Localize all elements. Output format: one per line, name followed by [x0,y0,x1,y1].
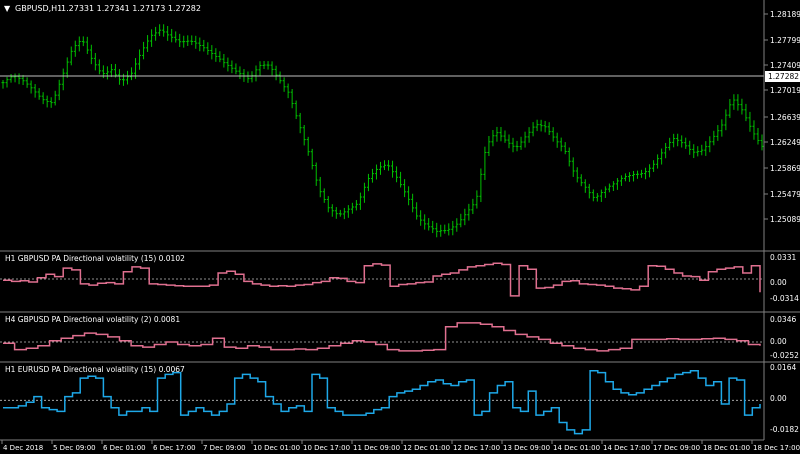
indicator-title: H1 EURUSD PA Directional volatility (15)… [5,365,185,374]
time-label: 10 Dec 17:00 [303,444,350,452]
price-label: 1.27799 [770,36,800,45]
indicator-scale-label: -0.0182 [770,425,799,434]
symbol-dropdown-icon[interactable]: ▼ [4,4,11,13]
price-label: 1.27019 [770,86,800,95]
current-price-text: 1.27282 [768,72,799,81]
symbol-timeframe-label: GBPUSD,H1 [15,4,62,13]
indicator-scale-label: 0.0346 [770,315,796,324]
indicator-scale-label: 0.00 [770,394,787,403]
time-label: 18 Dec 01:00 [703,444,750,452]
terminal-chart-window[interactable]: ▼ GBPUSD,H1 1.27331 1.27341 1.27173 1.27… [0,0,800,454]
time-label: 7 Dec 09:00 [203,444,246,452]
time-label: 12 Dec 17:00 [453,444,500,452]
price-label: 1.26639 [770,113,800,122]
chart-background [0,0,800,454]
indicator-scale-label: 0.00 [770,278,787,287]
indicator-title: H1 GBPUSD PA Directional volatility (15)… [5,254,185,263]
price-label: 1.25479 [770,190,800,199]
indicator-scale-label: 0.0331 [770,253,796,262]
chart-header: ▼ GBPUSD,H1 1.27331 1.27341 1.27173 1.27… [4,4,201,13]
indicator-scale-label: -0.0314 [770,294,799,303]
time-label: 11 Dec 09:00 [353,444,400,452]
time-label: 14 Dec 17:00 [603,444,650,452]
price-label: 1.26249 [770,138,800,147]
price-axis-labels: 1.28189 1.27799 1.27409 1.27019 1.26639 1.262… [764,10,800,224]
time-label: 6 Dec 17:00 [153,444,196,452]
time-label: 12 Dec 01:00 [403,444,450,452]
indicator-scale-label: 0.00 [770,337,787,346]
time-label: 18 Dec 17:00 [753,444,800,452]
indicator-scale-label: 0.0164 [770,363,796,372]
time-label: 6 Dec 01:00 [103,444,146,452]
time-label: 14 Dec 01:00 [553,444,600,452]
indicator-title: H4 GBPUSD PA Directional volatility (2) … [5,315,180,324]
time-label: 17 Dec 09:00 [653,444,700,452]
price-label: 1.25869 [770,164,800,173]
time-label: 10 Dec 01:00 [253,444,300,452]
price-label: 1.25089 [770,215,800,224]
time-label: 5 Dec 09:00 [53,444,96,452]
price-label: 1.27409 [770,61,800,70]
price-label: 1.28189 [770,10,800,19]
indicator-scale-label: -0.0252 [770,351,799,360]
time-label: 13 Dec 09:00 [503,444,550,452]
time-label: 4 Dec 2018 [3,444,43,452]
ohlc-values: 1.27331 1.27341 1.27173 1.27282 [61,4,201,13]
